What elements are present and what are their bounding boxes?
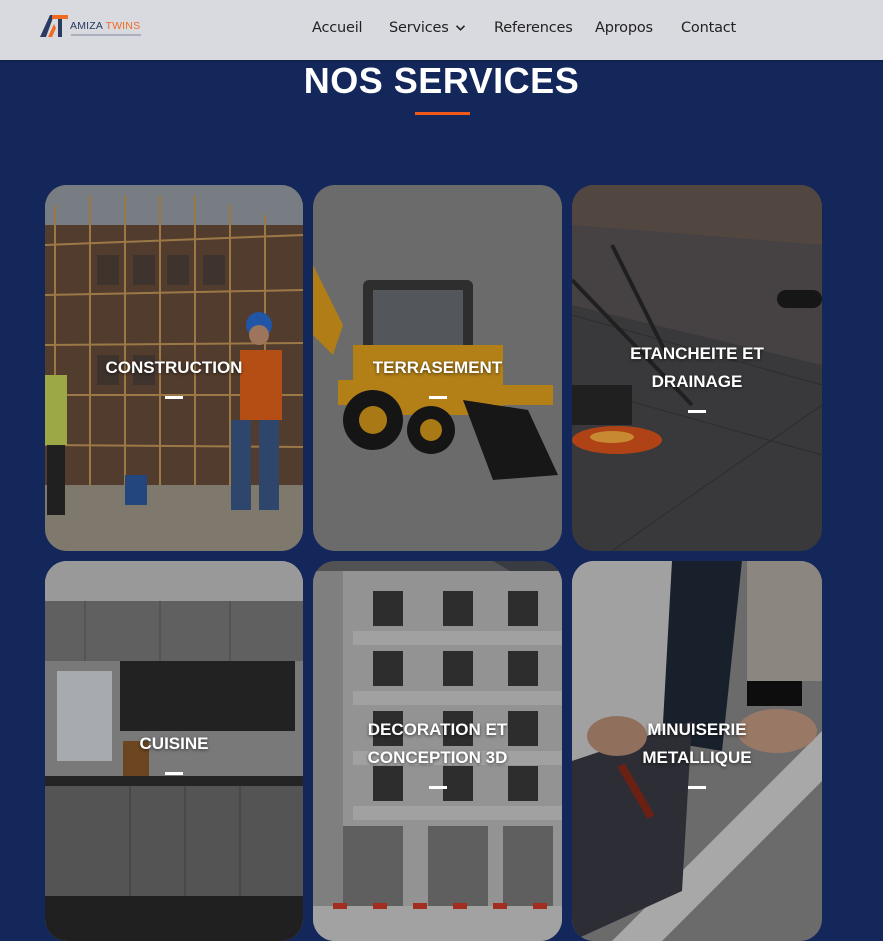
service-label: MINUISERIE METALLIQUE xyxy=(642,720,752,767)
service-card-decoration[interactable]: DECORATION ET CONCEPTION 3D xyxy=(313,561,562,941)
nav-item-accueil[interactable]: Accueil xyxy=(312,20,363,36)
service-card-minuiserie[interactable]: MINUISERIE METALLIQUE xyxy=(572,561,822,941)
service-label: TERRASEMENT xyxy=(372,358,503,377)
site-header: AMIZA TWINS Accueil Services References … xyxy=(0,0,883,60)
service-card-construction[interactable]: CONSTRUCTION xyxy=(45,185,303,551)
service-label: CUISINE xyxy=(139,734,209,753)
service-divider xyxy=(165,772,183,775)
main-nav: Accueil Services References Apropos Cont… xyxy=(0,0,883,60)
service-label: CONSTRUCTION xyxy=(105,358,243,377)
service-divider xyxy=(688,786,706,789)
service-card-cuisine[interactable]: CUISINE xyxy=(45,561,303,941)
service-divider xyxy=(428,396,447,399)
service-divider xyxy=(428,786,447,789)
nav-item-contact[interactable]: Contact xyxy=(681,20,736,36)
service-label: DECORATION ET CONCEPTION 3D xyxy=(367,720,508,767)
chevron-down-icon xyxy=(455,25,465,31)
section-title: NOS SERVICES xyxy=(303,60,580,101)
service-card-etancheite[interactable]: ETANCHEITE ET DRAINAGE xyxy=(572,185,822,551)
service-divider xyxy=(165,396,183,399)
title-underline xyxy=(415,112,470,115)
service-card-terrasement[interactable]: TERRASEMENT xyxy=(313,185,562,551)
nav-item-services[interactable]: Services xyxy=(389,20,466,36)
nav-item-apropos[interactable]: Apropos xyxy=(595,20,653,36)
service-label: ETANCHEITE ET DRAINAGE xyxy=(630,344,764,391)
service-divider xyxy=(688,410,706,413)
nav-item-references[interactable]: References xyxy=(494,20,573,36)
